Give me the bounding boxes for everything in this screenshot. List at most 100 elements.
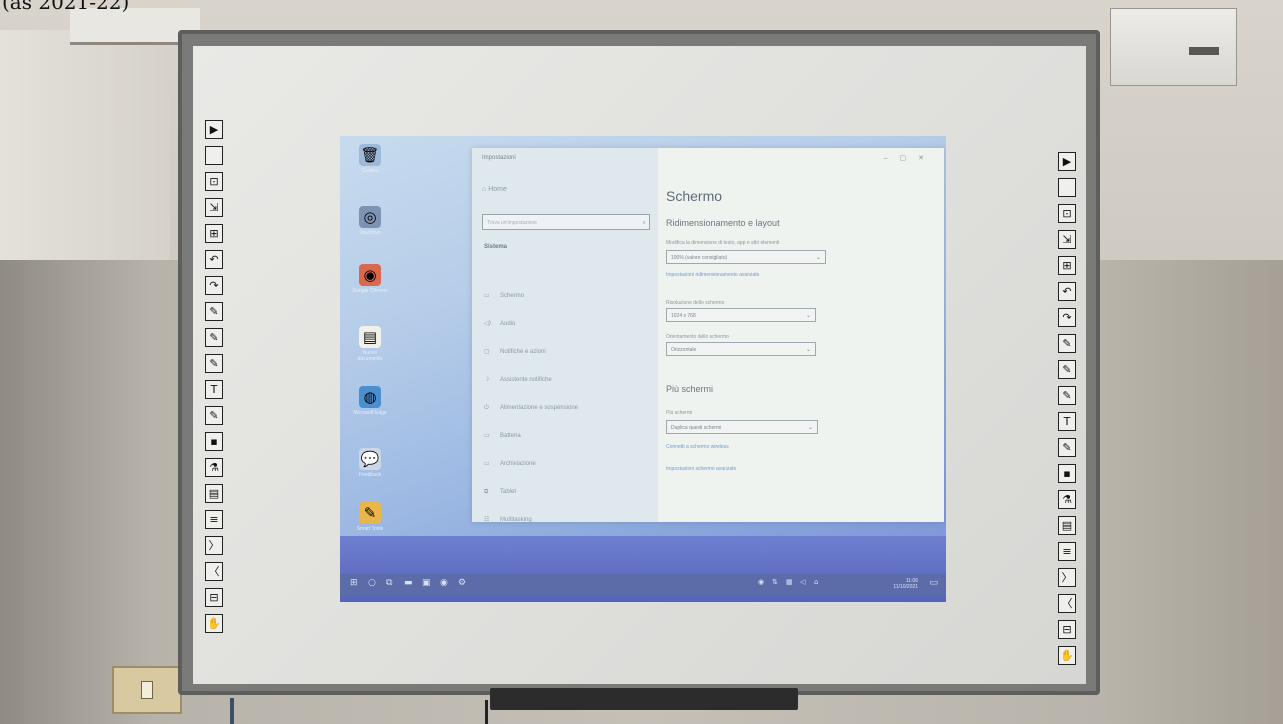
board-tool-icon[interactable]: ✋ (205, 614, 223, 633)
board-tool-icon[interactable]: ✋ (1058, 646, 1076, 665)
board-tool-icon[interactable]: ✎ (1058, 334, 1076, 353)
board-tool-icon[interactable]: ⊞ (1058, 256, 1076, 275)
notification-icon[interactable]: ▭ (929, 578, 938, 588)
board-tool-icon[interactable]: ▶ (1058, 152, 1076, 171)
tray-icon[interactable]: ◁ (800, 578, 805, 586)
nav-item-icon: ▭ (484, 292, 490, 299)
nav-item-icon: ⏻ (484, 404, 489, 411)
board-tool-icon[interactable] (1058, 178, 1076, 197)
board-tool-icon[interactable]: ✎ (1058, 386, 1076, 405)
board-tool-icon[interactable]: ▪ (1058, 464, 1076, 483)
board-tool-icon[interactable]: ⇲ (1058, 230, 1076, 249)
tray-icon[interactable]: ◉ (758, 578, 764, 586)
board-tool-icon[interactable]: ⚗ (205, 458, 223, 477)
settings-search-input[interactable]: Trova un'impostazione ⌕ (482, 214, 650, 230)
nav-item-icon: ◁) (484, 320, 491, 327)
wireless-display-link[interactable]: Connetti a schermo wireless (666, 444, 729, 450)
taskbar-app-icon[interactable]: ○ (368, 578, 376, 588)
nav-item[interactable]: ⏻ Alimentazione e sospensione (484, 404, 578, 412)
resolution-label: Risoluzione dello schermo (666, 300, 725, 306)
desktop-icon[interactable]: 💬 Feedback (350, 448, 390, 478)
taskbar-app-icon[interactable]: ▣ (422, 578, 431, 588)
board-tool-icon[interactable]: ▶ (205, 120, 223, 139)
desktop-icon-glyph: ✎ (359, 502, 381, 524)
board-tool-icon[interactable]: ✎ (205, 328, 223, 347)
advanced-display-link[interactable]: Impostazioni schermo avanzate (666, 466, 736, 472)
desktop-icon[interactable]: ▤ Nuovo documento (350, 326, 390, 362)
nav-item[interactable]: ⧉ Tablet (484, 488, 516, 496)
board-tool-icon[interactable]: ⊡ (205, 172, 223, 191)
tray-icon[interactable]: ⌂ (814, 578, 818, 586)
chevron-down-icon: ⌄ (807, 425, 813, 431)
board-tool-icon[interactable]: ⚗ (1058, 490, 1076, 509)
board-tool-icon[interactable]: ✎ (205, 354, 223, 373)
board-tool-icon[interactable]: ✎ (205, 302, 223, 321)
desktop-icon-label: Cestino (361, 168, 379, 174)
desktop-icon-label: Nuovo documento (357, 350, 383, 362)
multi-display-heading: Più schermi (666, 384, 714, 394)
wall-outlet (112, 666, 182, 714)
board-tool-icon[interactable]: ▤ (205, 484, 223, 503)
orientation-dropdown[interactable]: Orizzontale ⌄ (666, 342, 816, 356)
board-tool-icon[interactable]: ▤ (1058, 516, 1076, 535)
nav-item[interactable]: ◁) Audio (484, 320, 515, 327)
scale-dropdown[interactable]: 100% (valore consigliato) ⌄ (666, 250, 826, 264)
nav-section-title: Sistema (484, 244, 508, 250)
nav-item-icon: ⧉ (484, 488, 489, 495)
cable (230, 698, 234, 724)
board-tool-icon[interactable]: 〉 (1058, 568, 1076, 587)
search-icon: ⌕ (642, 220, 646, 226)
board-tool-icon[interactable]: ↷ (205, 276, 223, 295)
chevron-down-icon: ⌄ (815, 255, 821, 261)
board-tool-icon[interactable]: T (1058, 412, 1076, 431)
nav-item[interactable]: ▭ Schermo (484, 292, 524, 299)
nav-item-label: Archiviazione (500, 461, 536, 467)
board-tool-icon[interactable] (205, 146, 223, 165)
taskbar-app-icon[interactable]: ⚙ (458, 578, 466, 588)
board-tool-icon[interactable]: ✎ (1058, 438, 1076, 457)
taskbar-app-icon[interactable]: ▬ (404, 578, 413, 588)
board-tool-icon[interactable]: ⊡ (1058, 204, 1076, 223)
nav-home-label: Home (488, 186, 507, 193)
board-tool-icon[interactable]: ⊟ (1058, 620, 1076, 639)
board-tool-icon[interactable]: ↶ (1058, 282, 1076, 301)
board-tool-icon[interactable]: ↷ (1058, 308, 1076, 327)
board-tool-icon[interactable]: 〈 (205, 562, 223, 581)
board-tool-icon[interactable]: T (205, 380, 223, 399)
nav-home[interactable]: ⌂ Home (482, 186, 507, 193)
board-tool-icon[interactable]: ⊞ (205, 224, 223, 243)
board-tool-icon[interactable]: ≡ (1058, 542, 1076, 561)
nav-item[interactable]: ☷ Multitasking (484, 516, 532, 523)
desktop-icon-glyph: ◉ (359, 264, 381, 286)
board-tool-icon[interactable]: ⇲ (205, 198, 223, 217)
desktop-icon[interactable]: 🗑 Cestino (350, 144, 390, 174)
scale-advanced-link[interactable]: Impostazioni ridimensionamento avanzate (666, 272, 759, 278)
multi-display-dropdown[interactable]: Duplica questi schermi ⌄ (666, 420, 818, 434)
board-tool-icon[interactable]: 〉 (205, 536, 223, 555)
nav-item[interactable]: ☽ Assistente notifiche (484, 376, 552, 383)
nav-item[interactable]: ▢ Notifiche e azioni (484, 348, 546, 355)
board-tool-icon[interactable]: ⊟ (205, 588, 223, 607)
desktop-icon[interactable]: ✎ Smart Tools (350, 502, 390, 532)
tray-icon[interactable]: ⇅ (772, 578, 778, 586)
window-controls[interactable]: –▢✕ (884, 154, 936, 162)
board-tool-icon[interactable]: ✎ (1058, 360, 1076, 379)
tray-icon[interactable]: ▦ (786, 578, 793, 586)
desktop-icon[interactable]: ◎ OneDrive (350, 206, 390, 236)
nav-item[interactable]: ▭ Archiviazione (484, 460, 536, 467)
taskbar-clock[interactable]: 11:06 11/10/2021 (893, 578, 918, 590)
nav-item[interactable]: ▭ Batteria (484, 432, 521, 439)
desktop-icon[interactable]: ◉ Google Chrome (350, 264, 390, 294)
board-tool-icon[interactable]: ↶ (205, 250, 223, 269)
taskbar-app-icon[interactable]: ◉ (440, 578, 448, 588)
board-tool-icon[interactable]: 〈 (1058, 594, 1076, 613)
window-title: Impostazioni (482, 155, 516, 161)
board-tool-icon[interactable]: ▪ (205, 432, 223, 451)
taskbar-app-icon[interactable]: ⊞ (350, 578, 358, 588)
cable (485, 700, 488, 724)
taskbar-app-icon[interactable]: ⧉ (386, 578, 392, 588)
resolution-dropdown[interactable]: 1024 x 768 ⌄ (666, 308, 816, 322)
board-tool-icon[interactable]: ≡ (205, 510, 223, 529)
desktop-icon[interactable]: ◍ Microsoft Edge (350, 386, 390, 416)
board-tool-icon[interactable]: ✎ (205, 406, 223, 425)
